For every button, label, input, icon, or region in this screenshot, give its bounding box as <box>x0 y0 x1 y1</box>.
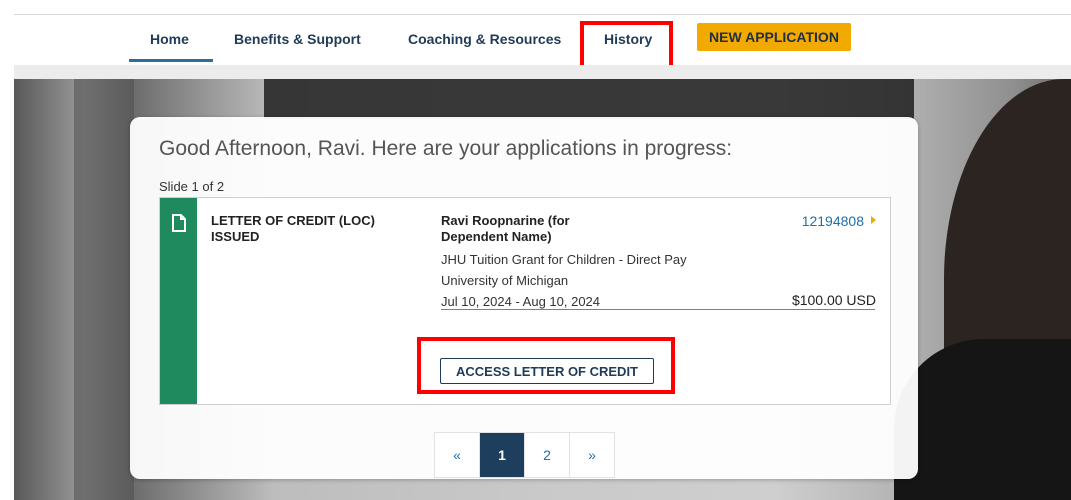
pagination-prev[interactable]: « <box>435 433 480 477</box>
pagination-page-2[interactable]: 2 <box>525 433 570 477</box>
hero-person-shoulder <box>894 339 1071 500</box>
application-amount: $100.00 USD <box>791 292 876 308</box>
slide-indicator: Slide 1 of 2 <box>159 179 225 194</box>
greeting-heading: Good Afternoon, Ravi. Here are your appl… <box>159 137 733 160</box>
pagination-next[interactable]: » <box>570 433 614 477</box>
nav-home[interactable]: Home <box>150 31 189 47</box>
main-nav: Home Benefits & Support Coaching & Resou… <box>0 15 1071 77</box>
university-name: University of Michigan <box>441 273 569 288</box>
pagination-page-1[interactable]: 1 <box>480 433 525 477</box>
grant-name: JHU Tuition Grant for Children - Direct … <box>441 252 687 267</box>
application-number-link[interactable]: 12194808 <box>802 213 864 229</box>
details-divider <box>441 309 875 310</box>
applicant-name: Ravi Roopnarine (for Dependent Name) <box>441 213 570 244</box>
document-icon <box>172 214 186 232</box>
access-button-highlight-box <box>417 337 675 394</box>
nav-benefits-support[interactable]: Benefits & Support <box>234 31 361 47</box>
date-range: Jul 10, 2024 - Aug 10, 2024 <box>441 294 601 309</box>
nav-home-active-indicator <box>129 59 213 62</box>
header-band <box>14 65 1071 79</box>
chevron-right-icon[interactable] <box>871 216 876 224</box>
applications-card: Good Afternoon, Ravi. Here are your appl… <box>130 117 918 479</box>
new-application-button[interactable]: NEW APPLICATION <box>697 23 851 51</box>
status-color-bar <box>160 198 197 404</box>
nav-coaching-resources[interactable]: Coaching & Resources <box>408 31 561 47</box>
application-status: LETTER OF CREDIT (LOC) ISSUED <box>211 213 375 244</box>
pagination: « 1 2 » <box>434 432 615 478</box>
